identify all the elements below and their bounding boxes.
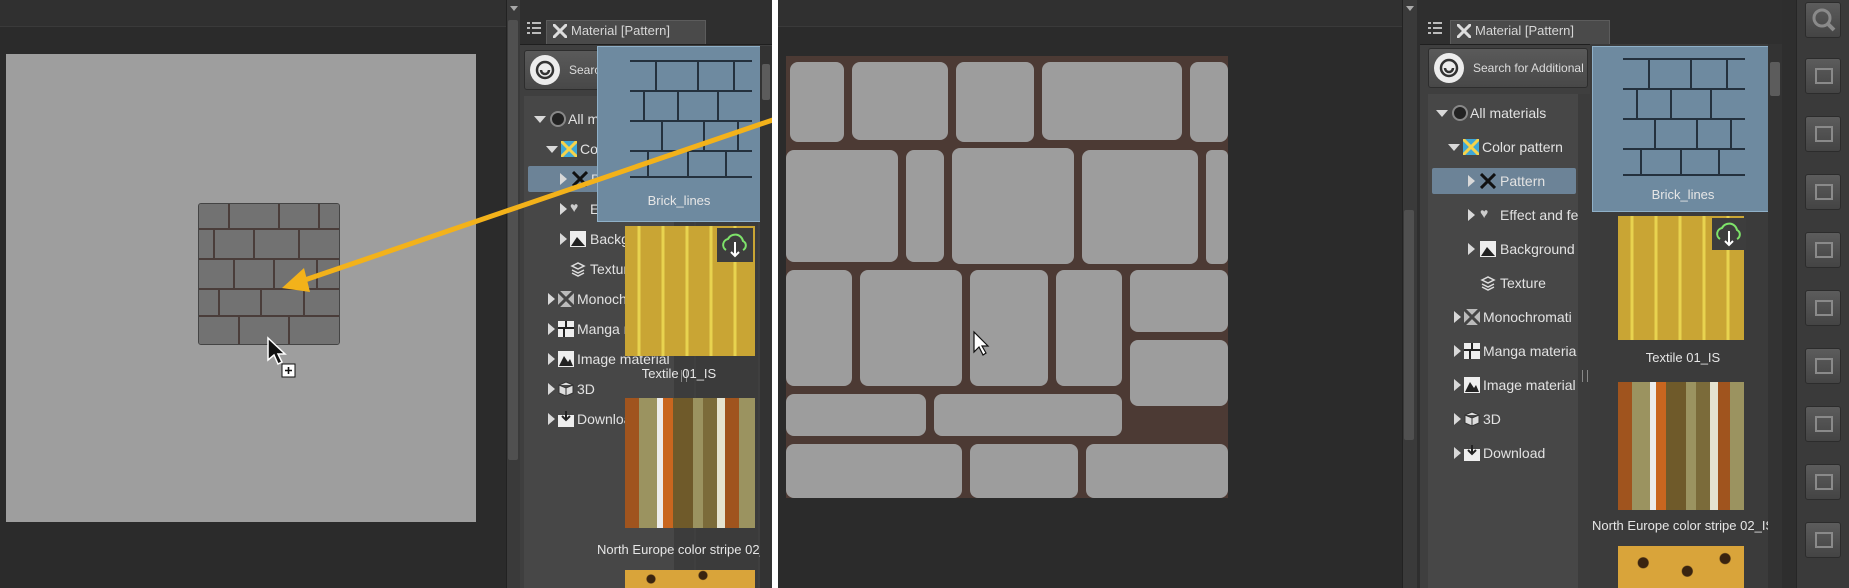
tool-glyph-icon [1815,532,1833,548]
tree-item-manga[interactable]: Manga materia [1428,338,1578,364]
expand-arrow-icon[interactable] [1454,379,1461,391]
tree-label: 3D [1483,411,1501,427]
tree-item-pattern[interactable]: Pattern [1432,168,1576,194]
manga-panel-icon [1464,343,1480,359]
expand-arrow-icon[interactable] [1468,209,1475,221]
tool-button-9[interactable] [1805,522,1841,558]
texture-stack-icon [1480,276,1496,291]
cloud-download-icon[interactable] [1712,218,1746,250]
tree-item-3d[interactable]: 3D [1428,406,1578,432]
expand-arrow-icon[interactable] [1436,110,1448,117]
tab-material-pattern[interactable]: Material [Pattern] [1450,20,1610,44]
thumbnail-label: North Europe color stripe 02_IS [1592,518,1775,533]
tree-item-effect[interactable]: ♥ Effect and fe [1428,202,1578,228]
scroll-up-arrow-icon[interactable] [1406,6,1414,11]
tree-label: Manga materia [1483,343,1577,359]
tool-column [1796,0,1849,588]
tree-item-monochromatic[interactable]: Monochromati [1428,304,1578,330]
tree-label: Color pattern [1482,139,1563,155]
stripe-preview [1618,382,1744,510]
color-pattern-icon [1463,139,1479,155]
tree-label: Download [1483,445,1546,461]
expand-arrow-icon[interactable] [1454,311,1461,323]
pattern-icon [1480,173,1496,189]
assets-logo-icon [1434,53,1464,83]
tree-item-all-materials[interactable]: All materials [1428,100,1578,126]
zoom-tool-button[interactable] [1805,2,1841,38]
tool-glyph-icon [1815,300,1833,316]
top-strip [778,0,1402,27]
arrow-cursor-icon [973,330,990,356]
tool-glyph-icon [1815,184,1833,200]
brick-lines-preview [1623,58,1745,176]
expand-arrow-icon[interactable] [1454,413,1461,425]
tool-button-3[interactable] [1805,174,1841,210]
expand-arrow-icon[interactable] [1454,345,1461,357]
thumbnail-north-europe-stripe[interactable]: North Europe color stripe 02_IS [1592,380,1774,540]
expand-arrow-icon[interactable] [1448,144,1460,151]
expand-arrow-icon[interactable] [1468,175,1475,187]
tool-button-5[interactable] [1805,290,1841,326]
tree-label: Monochromati [1483,309,1572,325]
tool-button-7[interactable] [1805,406,1841,442]
search-button-label: Search for Additional Ma [1473,61,1587,75]
tree-item-image[interactable]: Image material [1428,372,1578,398]
thumbnail-label: Brick_lines [1651,187,1715,202]
cube-icon [1464,411,1480,427]
canvas-scroll-thumb[interactable] [1404,210,1414,440]
tab-label: Material [Pattern] [1475,23,1574,38]
tree-splitter[interactable] [1578,94,1590,588]
right-screenshot: Material [Pattern] Search for Additional… [778,0,1849,588]
tree-item-texture[interactable]: Texture [1428,270,1578,296]
thumbnail-textile-01[interactable]: Textile 01_IS [1592,214,1774,374]
tool-button-8[interactable] [1805,464,1841,500]
search-additional-materials-button[interactable]: Search for Additional Ma [1428,48,1588,88]
tool-glyph-icon [1815,416,1833,432]
panel-menu-icon[interactable] [1428,22,1442,34]
all-materials-icon [1452,105,1468,121]
tree-label: Image material [1483,377,1576,393]
brick-fill-graphic [786,56,1228,498]
thumbnail-brick-lines[interactable]: Brick_lines [1592,46,1774,212]
thumbnail-scrollbar[interactable] [1768,44,1782,588]
left-screenshot: Material [Pattern] Search for Additional… [0,0,779,588]
tool-glyph-icon [1815,126,1833,142]
magnifier-icon [1812,8,1836,32]
expand-arrow-icon[interactable] [1468,243,1475,255]
monochrome-pattern-icon [1464,309,1480,325]
drag-direction-arrow-icon [282,117,772,292]
tree-item-background[interactable]: Background [1428,236,1578,262]
tool-button-6[interactable] [1805,348,1841,384]
tool-glyph-icon [1815,474,1833,490]
splitter-grip-icon[interactable] [1582,370,1588,382]
tree-label: Background [1500,241,1575,257]
background-icon [1480,241,1496,257]
tool-button-1[interactable] [1805,58,1841,94]
tool-button-2[interactable] [1805,116,1841,152]
tree-item-download[interactable]: Download [1428,440,1578,466]
tool-button-4[interactable] [1805,232,1841,268]
brick-canvas[interactable] [786,56,1228,498]
thumbnail-label: Textile 01_IS [1645,350,1721,365]
tree-label: Effect and fe [1500,207,1578,223]
tool-glyph-icon [1815,68,1833,84]
download-folder-icon [1464,445,1480,461]
material-tree: All materials Color pattern Pattern ♥ Ef… [1428,94,1578,588]
material-panel: Material [Pattern] Search for Additional… [1420,0,1782,588]
tool-glyph-icon [1815,358,1833,374]
image-material-icon [1464,377,1480,393]
tree-label: Pattern [1500,173,1546,189]
heart-icon: ♥ [1480,205,1489,221]
thumbnail-leopard-partial[interactable] [1618,546,1744,588]
tree-label: Texture [1500,275,1546,291]
pattern-tab-icon [1457,24,1471,38]
tool-glyph-icon [1815,242,1833,258]
expand-arrow-icon[interactable] [1454,447,1461,459]
tree-label: All materials [1470,105,1547,121]
thumbnail-scroll-thumb[interactable] [1770,62,1780,96]
tree-item-color-pattern[interactable]: Color pattern [1428,134,1578,160]
